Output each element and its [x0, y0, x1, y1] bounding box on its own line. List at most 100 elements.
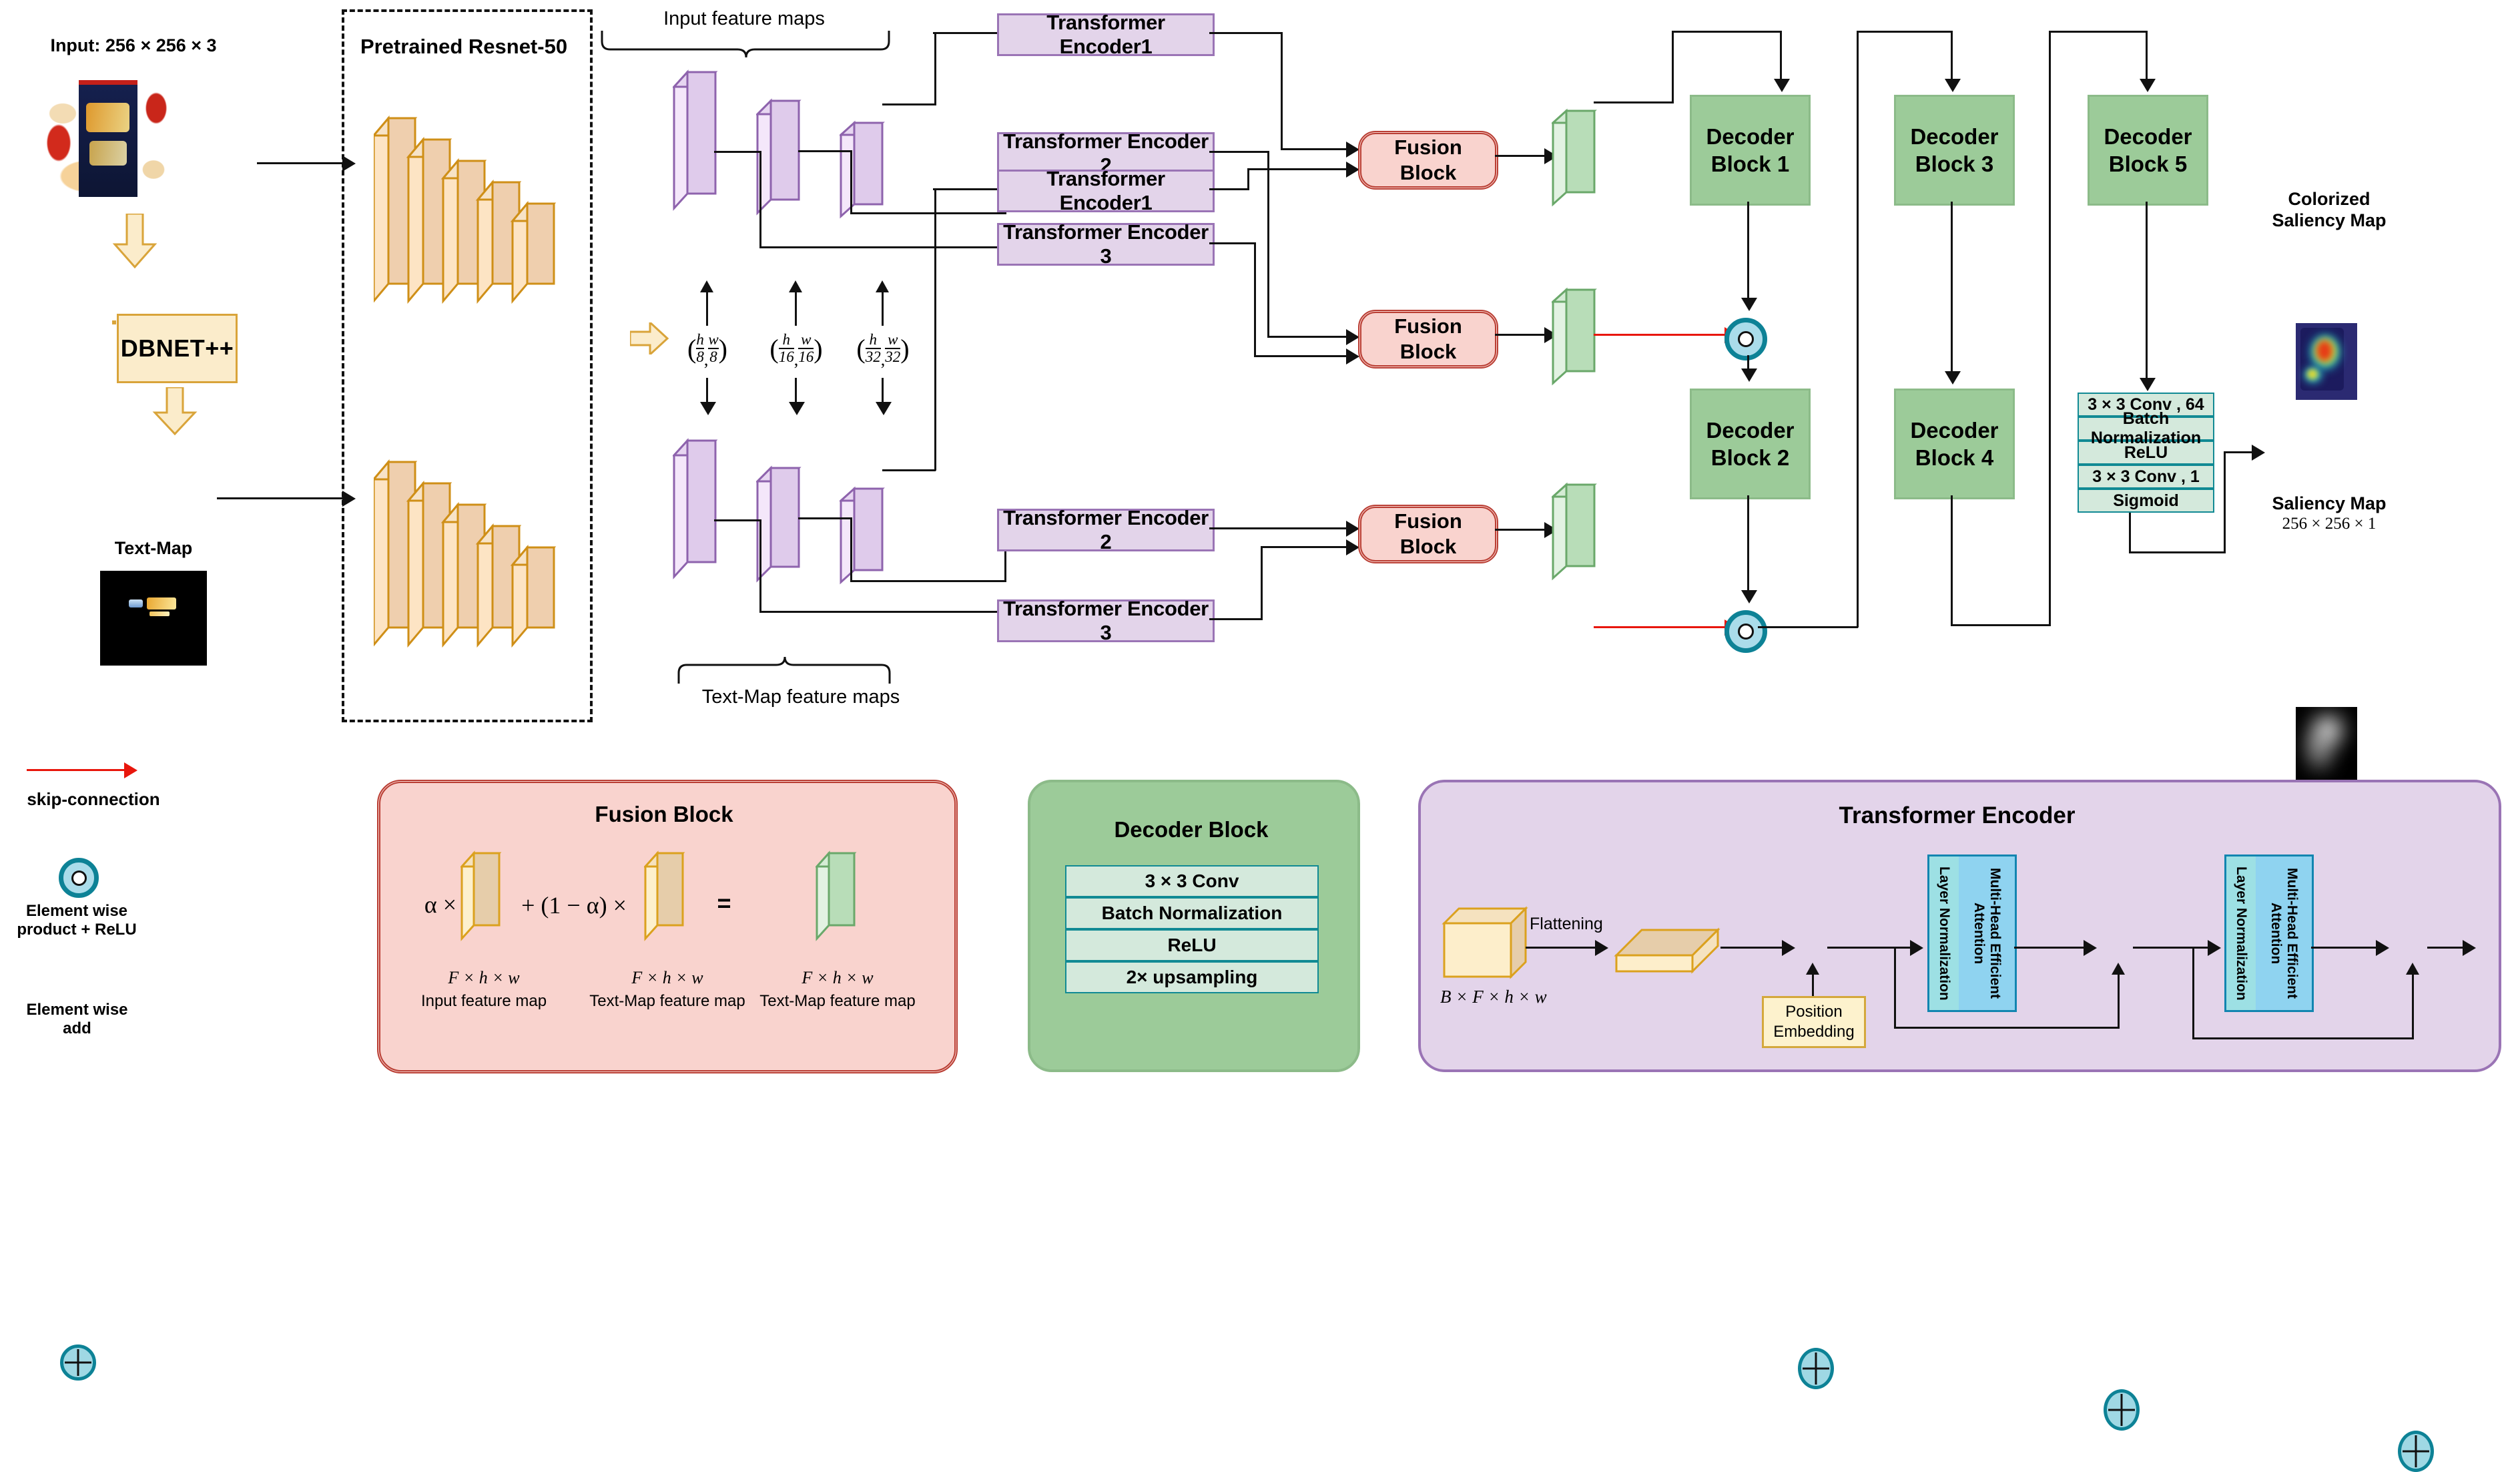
line-flatten [1526, 947, 1598, 949]
legend-add-label: Element wise add [26, 1001, 128, 1037]
fusion-block-1[interactable]: Fusion Block [1358, 131, 1498, 190]
head-layer-1: Batch Normalization [2078, 409, 2214, 447]
text-map-caption: Text-Map [114, 538, 193, 558]
scale1-den-h: 8 [696, 348, 704, 365]
line-enc-b3-to-fusion3 [1261, 546, 1347, 548]
fusion-detail-title: Fusion Block [595, 802, 733, 826]
line-into-dec5 [2146, 31, 2148, 81]
legend-skip-label: skip-connection [27, 788, 160, 809]
line-dec4-out [1951, 624, 2051, 626]
arrow-down-to-dbnet [112, 214, 158, 268]
scale2-num-w: w [801, 330, 812, 348]
brace-textmap-feature-maps [677, 656, 891, 684]
textmap-featuremap-slab-2 [756, 465, 802, 583]
head-layer-4: Sigmoid [2078, 489, 2214, 513]
legend-skip-arrowhead [124, 762, 137, 778]
input-featuremap-slab-1 [673, 69, 718, 211]
multihead-attention-2: Multi-Head Efficient Attention [2256, 856, 2312, 1010]
backbone-title: Pretrained Resnet-50 [360, 35, 568, 58]
legend-product-icon [59, 858, 99, 898]
fusion-detail-slab-input [460, 850, 502, 941]
encoder-detail-input-cube [1442, 906, 1528, 979]
text-map-image [100, 571, 207, 666]
line-mulop1-down [1747, 355, 1749, 370]
prediction-head: 3 × 3 Conv , 64 Batch Normalization ReLU… [2078, 393, 2214, 513]
decoder-block-3[interactable]: Decoder Block 3 [1894, 95, 2015, 206]
line-top-to-enc2 [850, 212, 1006, 214]
line-res1-down [1894, 947, 1896, 1028]
encoder-detail-flat-slab-1 [1614, 927, 1720, 974]
arrowhead-mulop2-in [1741, 590, 1757, 603]
transformer-encoder-top-1[interactable]: Transformer Encoder1 [997, 11, 1215, 58]
decoder-block-2[interactable]: Decoder Block 2 [1690, 389, 1811, 499]
transformer-encoder-bot-2[interactable]: Transformer Encoder 2 [997, 506, 1215, 553]
fusion-block-3[interactable]: Fusion Block [1358, 505, 1498, 563]
line-top-to-enc1 [933, 32, 1006, 34]
arrowhead-attn1-in [1910, 940, 1923, 956]
decoder-detail-layer-2: ReLU [1065, 929, 1319, 961]
line-slab1-up [1672, 31, 1674, 103]
line-fusion2-to-slab [1495, 334, 1547, 336]
decoder-block-5[interactable]: Decoder Block 5 [2088, 95, 2208, 206]
line-textmap-to-backbone [217, 497, 344, 499]
saliency-map-caption: Saliency Map 256 × 256 × 1 [2262, 493, 2396, 534]
transformer-encoder-bot-1[interactable]: Transformer Encoder1 [997, 167, 1215, 214]
arrowhead-dec3-in [1945, 79, 1961, 92]
line-enc-b2-out [1209, 527, 1346, 529]
arrowhead-fusion1-in-top [1346, 142, 1359, 158]
arrowhead-dec4-in [1945, 371, 1961, 385]
line-head-to-saliency [2224, 451, 2254, 453]
encoder-detail-input-dim: B × F × h × w [1440, 987, 1547, 1007]
colorized-saliency-caption: Colorized Saliency Map [2272, 189, 2387, 231]
multihead-attention-1: Multi-Head Efficient Attention [1959, 856, 2015, 1010]
scale1-down-arrow [700, 402, 716, 415]
scale2-up-line [795, 292, 797, 326]
line-mulop2-out [1758, 626, 1858, 628]
scale3-up-line [882, 292, 884, 326]
decoder-block-4[interactable]: Decoder Block 4 [1894, 389, 2015, 499]
fusion-block-2[interactable]: Fusion Block [1358, 310, 1498, 369]
scale3-den-w: 32 [885, 348, 901, 365]
skip-line-2 [1594, 626, 1727, 628]
line-to-dec5-top [2049, 31, 2148, 33]
line-top-s1-down [759, 151, 761, 248]
line-top-s1-out [714, 151, 761, 153]
transformer-encoder-top-3[interactable]: Transformer Encoder 3 [997, 220, 1215, 268]
layer-norm-1: Layer Normalization [1929, 856, 1959, 1010]
scale3-fraction: ( h 32 , w 32 ) [856, 330, 910, 369]
line-flat-to-add1 [1720, 947, 1786, 949]
decoder-detail-layers: 3 × 3 Conv Batch Normalization ReLU 2× u… [1065, 865, 1319, 993]
input-image [39, 73, 172, 207]
line-enc-t3-down [1254, 242, 1256, 357]
line-enc-t3-to-fusion2 [1254, 355, 1347, 357]
elementwise-product-op-2 [1724, 610, 1767, 653]
input-featuremap-slab-3 [840, 120, 885, 219]
textmap-featuremap-slab-3 [840, 486, 885, 585]
line-enc-b1-up [1247, 168, 1249, 190]
transformer-encoder-bot-3[interactable]: Transformer Encoder 3 [997, 597, 1215, 644]
scale3-num-w: w [888, 330, 898, 348]
line-add1-to-attn1 [1827, 947, 1914, 949]
line-fusion3-to-slab [1495, 529, 1547, 531]
decoder-block-1[interactable]: Decoder Block 1 [1690, 95, 1811, 206]
legend-skip-arrow-line [27, 769, 127, 771]
line-fusion1-to-slab [1495, 155, 1547, 157]
scale2-down-arrow [789, 402, 805, 415]
arrowhead-add3-in [2376, 940, 2389, 956]
legend-product-label: Element wise product + ReLU [17, 902, 137, 939]
dbnet-block[interactable] [112, 320, 116, 324]
arrowhead-add1-in [1782, 940, 1795, 956]
brace-input-feature-maps [601, 31, 890, 58]
scale2-den-h: 16 [778, 348, 794, 365]
scale1-num-h: h [696, 330, 704, 348]
arrowhead-flat2-in [2463, 940, 2476, 956]
line-res2-up [2412, 967, 2414, 1039]
line-attn1-to-add2 [2014, 947, 2088, 949]
dbnet-module[interactable]: DBNET++ [117, 314, 238, 383]
fusion-detail-plus: + (1 − α) × [521, 892, 627, 919]
encoder-detail-title: Transformer Encoder [1839, 802, 2076, 828]
line-enc-b3-out [1209, 618, 1263, 620]
legend-add-icon [60, 1344, 96, 1381]
skip-line-1 [1594, 334, 1727, 336]
line-top-s3-up [934, 32, 936, 105]
